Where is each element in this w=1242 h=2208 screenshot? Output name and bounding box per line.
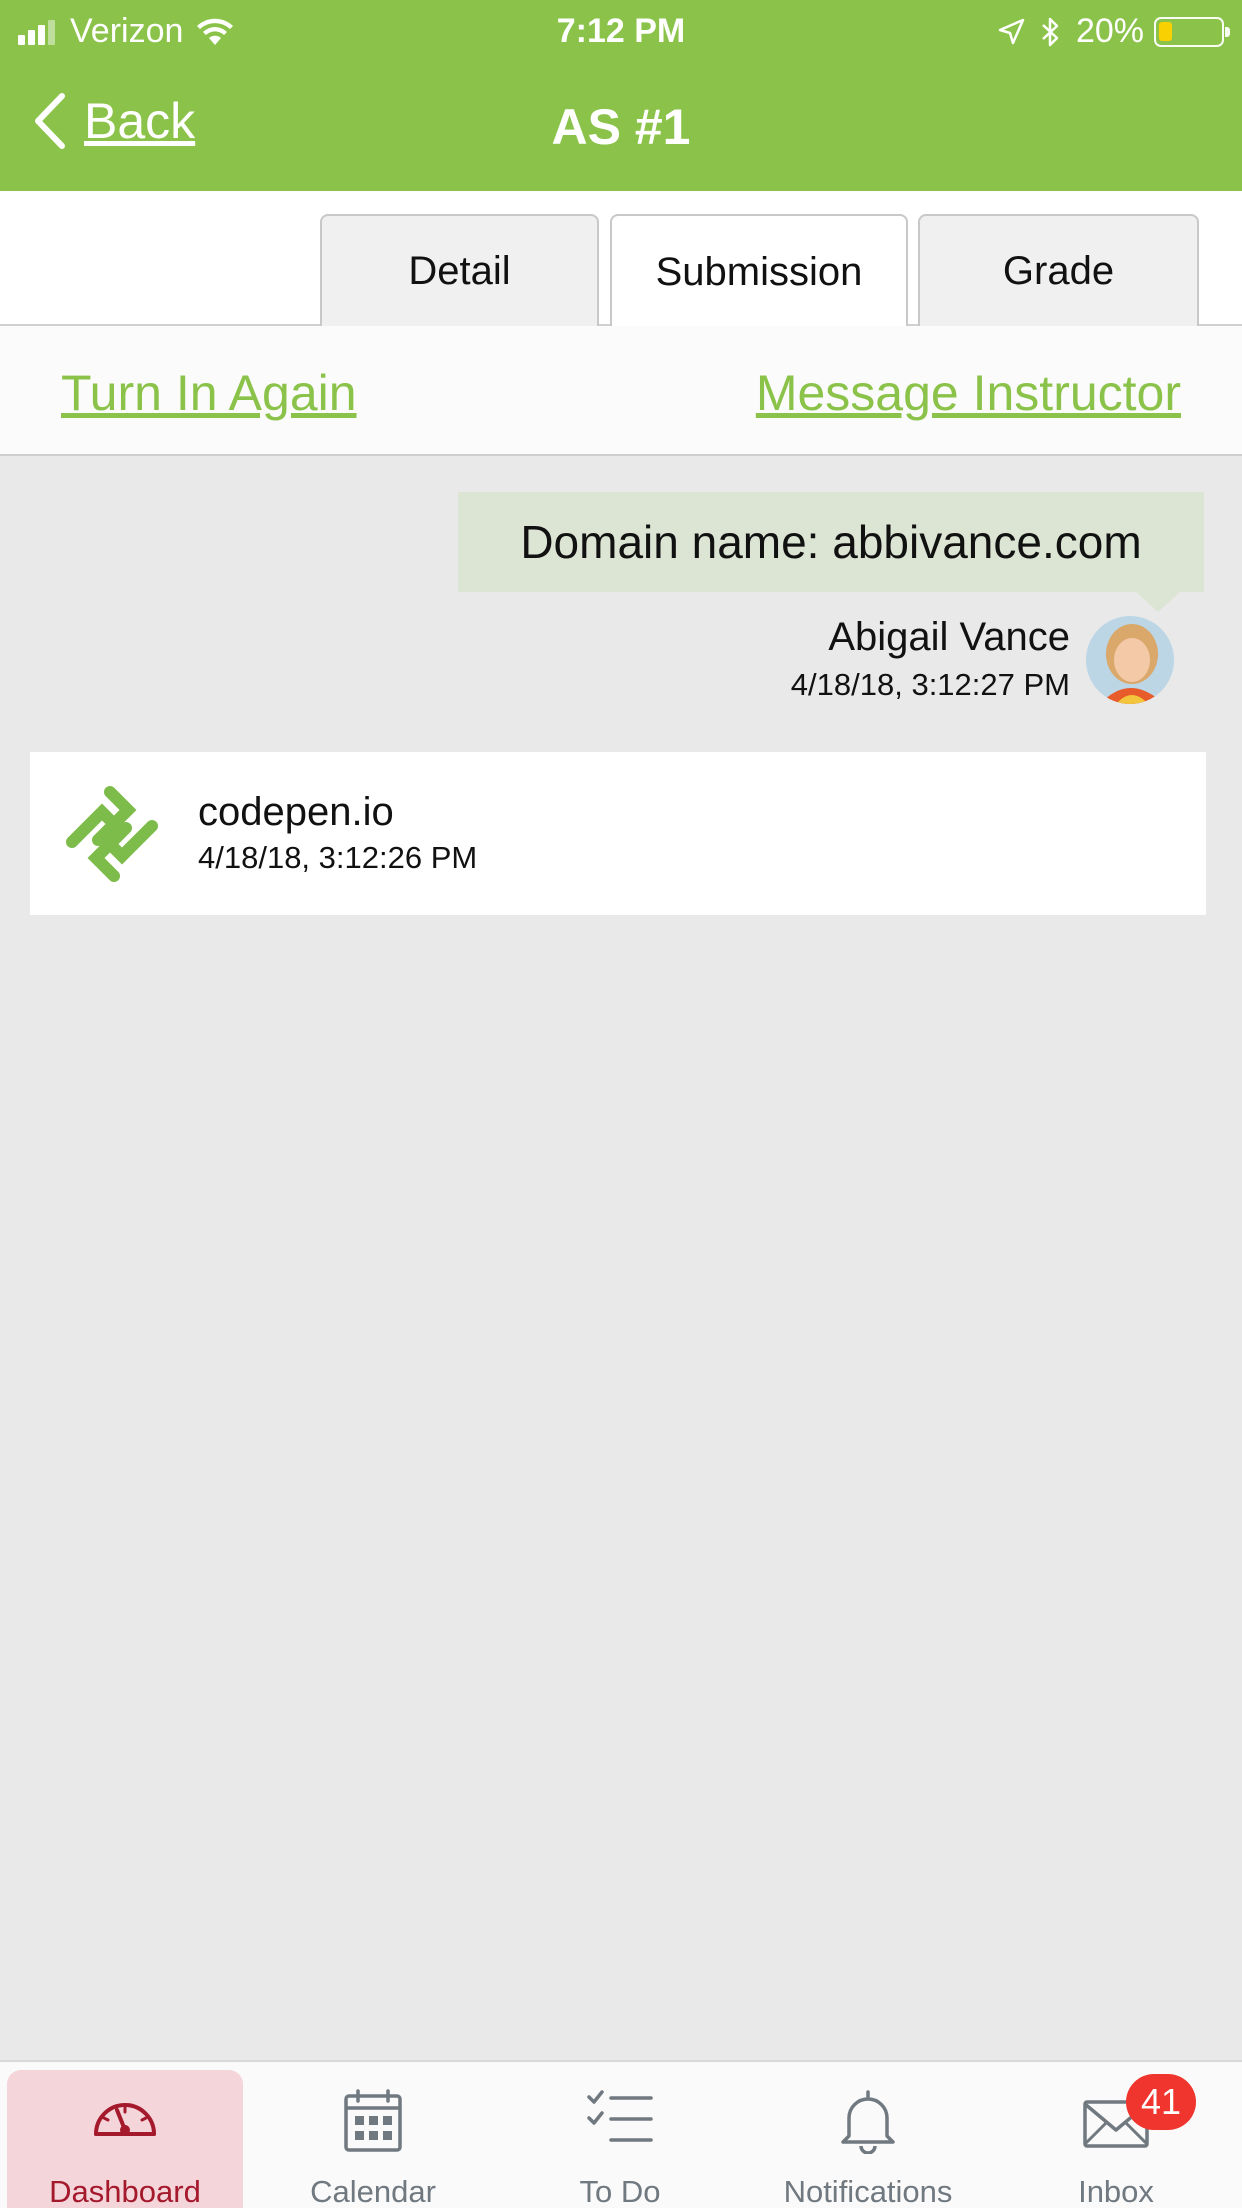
tabbar-label: To Do xyxy=(579,2174,661,2208)
bell-icon xyxy=(841,2090,895,2154)
author-name: Abigail Vance xyxy=(828,615,1070,659)
tab-label: Grade xyxy=(1002,248,1115,293)
battery-icon xyxy=(1154,16,1230,47)
inbox-badge: 41 xyxy=(1126,2074,1196,2130)
gauge-icon xyxy=(94,2103,156,2136)
tabbar-item-dashboard[interactable]: Dashboard xyxy=(7,2070,243,2208)
tabbar-label: Inbox xyxy=(1078,2174,1154,2208)
tab-submission[interactable]: Submission xyxy=(610,214,908,329)
segment-tabs: Detail Submission Grade xyxy=(0,191,1242,329)
status-right: 20% xyxy=(996,12,1230,51)
page-title: AS #1 xyxy=(551,99,691,155)
turn-in-again-link[interactable]: Turn In Again xyxy=(61,364,357,422)
tabbar-item-inbox[interactable]: 41 Inbox xyxy=(998,2070,1234,2208)
nav-bar: Back AS #1 xyxy=(0,62,1242,191)
tabbar-item-notifications[interactable]: Notifications xyxy=(750,2070,986,2208)
bubble-tail xyxy=(1136,592,1180,612)
link-timestamp: 4/18/18, 3:12:26 PM xyxy=(198,840,478,875)
header: Verizon 7:12 PM 20% Back AS #1 xyxy=(0,0,1242,191)
link-title: codepen.io xyxy=(198,790,394,834)
status-bar: Verizon 7:12 PM 20% xyxy=(0,0,1242,62)
tabbar-label: Dashboard xyxy=(49,2174,201,2208)
tab-label: Detail xyxy=(408,248,511,293)
calendar-icon xyxy=(344,2089,402,2152)
battery-percent: 20% xyxy=(1075,12,1144,50)
tabbar-label: Calendar xyxy=(310,2174,436,2208)
submission-message: Domain name: abbivance.com xyxy=(520,516,1142,568)
message-timestamp: 4/18/18, 3:12:27 PM xyxy=(790,667,1070,702)
submission-message-bubble: Domain name: abbivance.com xyxy=(458,492,1204,592)
tab-label: Submission xyxy=(655,250,863,294)
submission-actions: Turn In Again Message Instructor xyxy=(0,326,1242,456)
bluetooth-icon xyxy=(1042,17,1059,46)
tabbar-label: Notifications xyxy=(783,2174,953,2208)
battery-level xyxy=(1159,21,1172,41)
link-attachment-card[interactable]: codepen.io 4/18/18, 3:12:26 PM xyxy=(30,752,1206,915)
codepen-logo-icon xyxy=(66,786,158,882)
avatar xyxy=(1086,616,1174,704)
message-instructor-link[interactable]: Message Instructor xyxy=(756,364,1181,422)
location-arrow-icon xyxy=(998,18,1025,44)
tab-grade[interactable]: Grade xyxy=(918,214,1199,326)
tabbar-item-todo[interactable]: To Do xyxy=(502,2070,738,2208)
checklist-icon xyxy=(587,2090,653,2142)
tab-detail[interactable]: Detail xyxy=(320,214,599,326)
bottom-tab-bar: Dashboard Calendar To Do Notifications 4… xyxy=(0,2060,1242,2208)
tabbar-item-calendar[interactable]: Calendar xyxy=(255,2070,491,2208)
